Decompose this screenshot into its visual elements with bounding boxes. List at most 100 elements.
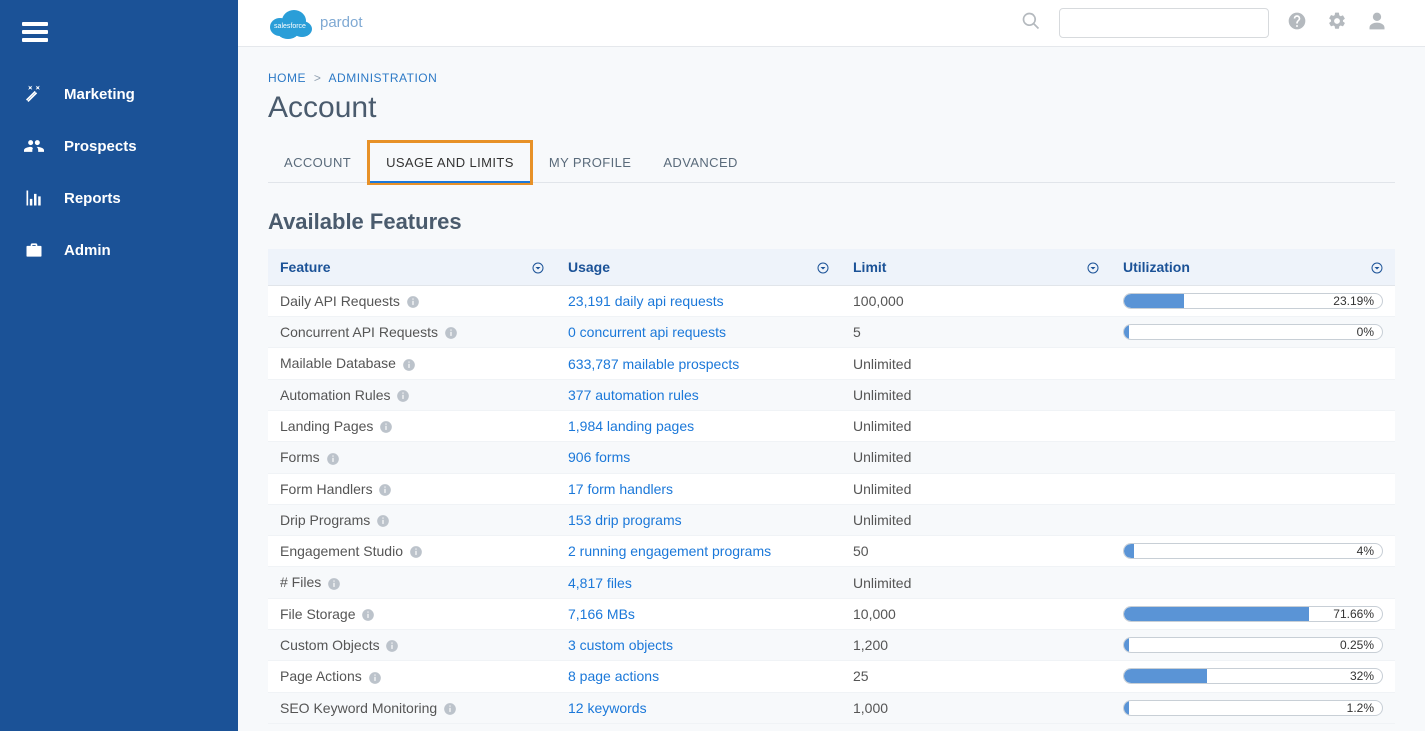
feature-name: Daily API Requests [280, 293, 400, 309]
utilization-label: 23.19% [1333, 294, 1374, 308]
sort-icon[interactable] [532, 259, 544, 275]
utilization-cell: 0.25% [1111, 630, 1395, 661]
limit-cell: Unlimited [841, 410, 1111, 441]
table-row: Concurrent API Requests 0 concurrent api… [268, 317, 1395, 348]
search-icon[interactable] [1021, 11, 1041, 34]
col-header-limit[interactable]: Limit [841, 249, 1111, 286]
feature-name: Engagement Studio [280, 543, 403, 559]
info-icon[interactable] [376, 514, 390, 528]
info-icon[interactable] [378, 483, 392, 497]
feature-cell: Drip Programs [268, 504, 556, 535]
info-icon[interactable] [326, 452, 340, 466]
gear-icon[interactable] [1327, 11, 1347, 34]
utilization-cell [1111, 567, 1395, 598]
table-row: Landing Pages 1,984 landing pagesUnlimit… [268, 410, 1395, 441]
usage-link[interactable]: 377 automation rules [568, 387, 699, 403]
sort-icon[interactable] [1371, 259, 1383, 275]
usage-cell: 377 automation rules [556, 379, 841, 410]
feature-cell: SEO Keyword Monitoring [268, 692, 556, 723]
limit-cell: Unlimited [841, 379, 1111, 410]
feature-cell: Forms [268, 442, 556, 473]
usage-link[interactable]: 4,817 files [568, 575, 632, 591]
utilization-cell: 0% [1111, 317, 1395, 348]
usage-link[interactable]: 23,191 daily api requests [568, 293, 724, 309]
usage-link[interactable]: 633,787 mailable prospects [568, 356, 739, 372]
tab-usage-and-limits[interactable]: USAGE AND LIMITS [367, 140, 533, 185]
usage-cell: 23,191 daily api requests [556, 285, 841, 316]
breadcrumb-home[interactable]: HOME [268, 71, 306, 85]
usage-link[interactable]: 906 forms [568, 449, 630, 465]
features-table: Feature Usage Limit Utilization [268, 249, 1395, 724]
utilization-bar: 71.66% [1123, 606, 1383, 622]
info-icon[interactable] [443, 702, 457, 716]
usage-cell: 4,817 files [556, 567, 841, 598]
limit-cell: Unlimited [841, 442, 1111, 473]
utilization-label: 4% [1357, 544, 1374, 558]
tab-account[interactable]: ACCOUNT [268, 143, 367, 182]
utilization-cell [1111, 504, 1395, 535]
info-icon[interactable] [379, 420, 393, 434]
breadcrumb-separator: > [314, 71, 322, 85]
info-icon[interactable] [327, 577, 341, 591]
utilization-cell [1111, 410, 1395, 441]
salesforce-cloud-icon: salesforce [266, 7, 314, 39]
info-icon[interactable] [385, 639, 399, 653]
col-header-usage-label: Usage [568, 259, 610, 275]
info-icon[interactable] [396, 389, 410, 403]
utilization-cell: 32% [1111, 661, 1395, 692]
sort-icon[interactable] [817, 259, 829, 275]
search-input[interactable] [1059, 8, 1269, 38]
usage-link[interactable]: 17 form handlers [568, 481, 673, 497]
utilization-label: 32% [1350, 669, 1374, 683]
utilization-cell [1111, 473, 1395, 504]
usage-link[interactable]: 2 running engagement programs [568, 543, 771, 559]
limit-cell: Unlimited [841, 504, 1111, 535]
sort-icon[interactable] [1087, 259, 1099, 275]
hamburger-menu-icon[interactable] [0, 22, 238, 68]
col-header-feature[interactable]: Feature [268, 249, 556, 286]
info-icon[interactable] [406, 295, 420, 309]
sidebar-item-marketing[interactable]: Marketing [0, 68, 238, 120]
col-header-utilization[interactable]: Utilization [1111, 249, 1395, 286]
main-area: salesforce pardot HOME > ADM [238, 0, 1425, 731]
feature-cell: File Storage [268, 598, 556, 629]
logo[interactable]: salesforce pardot [266, 7, 363, 39]
feature-name: Drip Programs [280, 512, 370, 528]
breadcrumb-current[interactable]: ADMINISTRATION [329, 71, 438, 85]
sidebar-item-reports[interactable]: Reports [0, 172, 238, 224]
feature-name: SEO Keyword Monitoring [280, 700, 437, 716]
limit-cell: 50 [841, 536, 1111, 567]
page-title: Account [268, 91, 1395, 125]
limit-cell: Unlimited [841, 348, 1111, 379]
usage-link[interactable]: 153 drip programs [568, 512, 682, 528]
feature-name: Forms [280, 449, 320, 465]
usage-link[interactable]: 0 concurrent api requests [568, 324, 726, 340]
table-row: Custom Objects 3 custom objects1,2000.25… [268, 630, 1395, 661]
usage-link[interactable]: 8 page actions [568, 668, 659, 684]
tab-advanced[interactable]: ADVANCED [647, 143, 753, 182]
usage-link[interactable]: 12 keywords [568, 700, 647, 716]
user-icon[interactable] [1367, 11, 1387, 34]
utilization-label: 0.25% [1340, 638, 1374, 652]
usage-cell: 3 custom objects [556, 630, 841, 661]
tab-my-profile[interactable]: MY PROFILE [533, 143, 648, 182]
help-icon[interactable] [1287, 11, 1307, 34]
sidebar: MarketingProspectsReportsAdmin [0, 0, 238, 731]
feature-cell: Concurrent API Requests [268, 317, 556, 348]
usage-cell: 906 forms [556, 442, 841, 473]
info-icon[interactable] [409, 545, 423, 559]
usage-link[interactable]: 7,166 MBs [568, 606, 635, 622]
sidebar-item-admin[interactable]: Admin [0, 224, 238, 276]
sidebar-item-prospects[interactable]: Prospects [0, 120, 238, 172]
info-icon[interactable] [368, 671, 382, 685]
usage-cell: 1,984 landing pages [556, 410, 841, 441]
usage-link[interactable]: 1,984 landing pages [568, 418, 694, 434]
col-header-usage[interactable]: Usage [556, 249, 841, 286]
table-row: Drip Programs 153 drip programs Unlimited [268, 504, 1395, 535]
info-icon[interactable] [444, 326, 458, 340]
usage-link[interactable]: 3 custom objects [568, 637, 673, 653]
info-icon[interactable] [402, 358, 416, 372]
feature-name: Form Handlers [280, 481, 373, 497]
info-icon[interactable] [361, 608, 375, 622]
section-title: Available Features [268, 209, 1395, 235]
